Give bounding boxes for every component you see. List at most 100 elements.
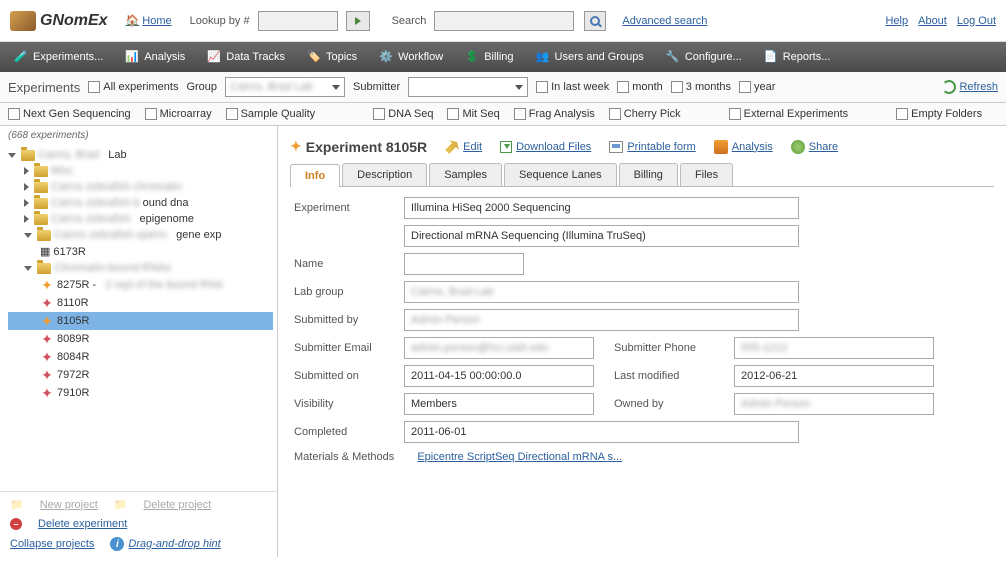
grid-icon: ▦	[40, 245, 50, 258]
filter-empty-folders[interactable]: Empty Folders	[896, 108, 982, 120]
lab-group-field: Cairns, Brad Lab	[404, 281, 799, 303]
submitter-email-label: Submitter Email	[294, 342, 394, 354]
chevron-right-icon	[24, 183, 29, 191]
last-week-checkbox[interactable]: In last week	[536, 81, 609, 93]
download-files-link[interactable]: Download Files	[500, 141, 591, 153]
nav-workflow[interactable]: ⚙️Workflow	[369, 43, 453, 71]
tree-item[interactable]: Cairns zebrafish sperm gene exp	[8, 227, 273, 243]
lookup-go-button[interactable]	[346, 11, 370, 31]
nav-users-groups[interactable]: 👥Users and Groups	[526, 43, 654, 71]
folder-icon	[34, 182, 48, 193]
owned-by-field: Admin Person	[734, 393, 934, 415]
filter-external-experiments[interactable]: External Experiments	[729, 108, 849, 120]
nav-reports[interactable]: 📄Reports...	[754, 43, 841, 71]
tree-item[interactable]: ▦6173R	[8, 243, 273, 260]
tree-item[interactable]: Cairns zebrafish bound dna	[8, 195, 273, 211]
nav-experiments[interactable]: 🧪Experiments...	[4, 43, 113, 71]
home-icon: 🏠	[126, 14, 140, 27]
analysis-icon: 📊	[125, 50, 139, 64]
tab-files[interactable]: Files	[680, 163, 733, 186]
tab-sequence-lanes[interactable]: Sequence Lanes	[504, 163, 617, 186]
edit-link[interactable]: Edit	[445, 140, 482, 154]
tab-billing[interactable]: Billing	[619, 163, 678, 186]
nav-analysis[interactable]: 📊Analysis	[115, 43, 195, 71]
tree-item[interactable]: ✦7910R	[8, 384, 273, 402]
nav-configure[interactable]: 🔧Configure...	[656, 43, 752, 71]
advanced-search-link[interactable]: Advanced search	[622, 15, 707, 27]
drag-drop-hint-link[interactable]: Drag-and-drop hint	[128, 538, 220, 550]
about-link[interactable]: About	[918, 15, 947, 27]
submitter-label: Submitter	[353, 81, 400, 93]
main-nav: 🧪Experiments... 📊Analysis 📈Data Tracks 🏷…	[0, 42, 1006, 72]
filter-microarray[interactable]: Microarray	[145, 108, 212, 120]
chevron-right-icon	[24, 167, 29, 175]
search-input[interactable]	[434, 11, 574, 31]
delete-project-link: Delete project	[143, 499, 211, 511]
materials-methods-label: Materials & Methods	[294, 451, 394, 463]
app-name: GNomEx	[40, 12, 108, 30]
month-checkbox[interactable]: month	[617, 81, 663, 93]
tree-item[interactable]: Cairns zebrafish epigenome	[8, 211, 273, 227]
tree-item-selected[interactable]: ✦8105R	[8, 312, 273, 330]
delete-experiment-link[interactable]: Delete experiment	[38, 518, 127, 530]
home-link[interactable]: 🏠 Home	[126, 14, 172, 27]
all-experiments-checkbox[interactable]: All experiments	[88, 81, 178, 93]
tree-item[interactable]: Chromatin-bound RNAs	[8, 260, 273, 276]
tree-item[interactable]: ✦8275R - 2 repl of the bound RNA	[8, 276, 273, 294]
delete-folder-icon: 📁	[114, 498, 128, 511]
detail-tabs: Info Description Samples Sequence Lanes …	[290, 163, 994, 187]
year-checkbox[interactable]: year	[739, 81, 775, 93]
printable-form-link[interactable]: Printable form	[609, 141, 695, 153]
name-field	[404, 253, 524, 275]
submitted-on-label: Submitted on	[294, 370, 394, 382]
collapse-projects-link[interactable]: Collapse projects	[10, 538, 94, 550]
folder-icon	[34, 214, 48, 225]
tree-item[interactable]: ✦8110R	[8, 294, 273, 312]
filter-sample-quality[interactable]: Sample Quality	[226, 108, 316, 120]
submitted-on-field: 2011-04-15 00:00:00.0	[404, 365, 594, 387]
download-icon	[500, 141, 512, 153]
filter-dna-seq[interactable]: DNA Seq	[373, 108, 433, 120]
tree-item[interactable]: ✦8084R	[8, 348, 273, 366]
visibility-field: Members	[404, 393, 594, 415]
share-icon	[791, 140, 805, 154]
analysis-link[interactable]: Analysis	[714, 140, 773, 154]
experiment-field: Illumina HiSeq 2000 Sequencing	[404, 197, 799, 219]
search-button[interactable]	[584, 11, 606, 31]
tree-item[interactable]: Misc	[8, 163, 273, 179]
tree-item[interactable]: ✦7972R	[8, 366, 273, 384]
tree-lab-root[interactable]: Cairns, Brad Lab	[8, 147, 273, 163]
tab-samples[interactable]: Samples	[429, 163, 502, 186]
refresh-link[interactable]: Refresh	[942, 80, 998, 94]
filter-frag-analysis[interactable]: Frag Analysis	[514, 108, 595, 120]
tree-item[interactable]: ✦8089R	[8, 330, 273, 348]
folder-icon	[21, 150, 35, 161]
submitter-dropdown[interactable]	[408, 77, 528, 97]
logout-link[interactable]: Log Out	[957, 15, 996, 27]
folder-icon	[34, 198, 48, 209]
nav-topics[interactable]: 🏷️Topics	[297, 43, 367, 71]
experiment-count: (668 experiments)	[0, 126, 277, 145]
filter-mit-seq[interactable]: Mit Seq	[447, 108, 499, 120]
help-link[interactable]: Help	[885, 15, 908, 27]
group-label: Group	[186, 81, 217, 93]
logo-icon	[10, 11, 36, 31]
share-link[interactable]: Share	[791, 140, 838, 154]
three-months-checkbox[interactable]: 3 months	[671, 81, 731, 93]
tab-info[interactable]: Info	[290, 164, 340, 187]
edit-icon	[442, 137, 462, 157]
billing-icon: 💲	[465, 50, 479, 64]
owned-by-label: Owned by	[614, 398, 724, 410]
group-dropdown[interactable]: Cairns, Brad Lab	[225, 77, 345, 97]
tab-description[interactable]: Description	[342, 163, 427, 186]
nav-billing[interactable]: 💲Billing	[455, 43, 523, 71]
filter-ngs[interactable]: Next Gen Sequencing	[8, 108, 131, 120]
tree-item[interactable]: Cairns zebrafish chromatin	[8, 179, 273, 195]
lookup-input[interactable]	[258, 11, 338, 31]
star-icon: ✦	[40, 386, 54, 400]
materials-methods-link[interactable]: Epicentre ScriptSeq Directional mRNA s..…	[417, 451, 622, 463]
nav-data-tracks[interactable]: 📈Data Tracks	[197, 43, 295, 71]
gear-icon: 🔧	[666, 50, 680, 64]
filter-cherry-pick[interactable]: Cherry Pick	[609, 108, 681, 120]
chevron-down-icon	[24, 266, 32, 271]
